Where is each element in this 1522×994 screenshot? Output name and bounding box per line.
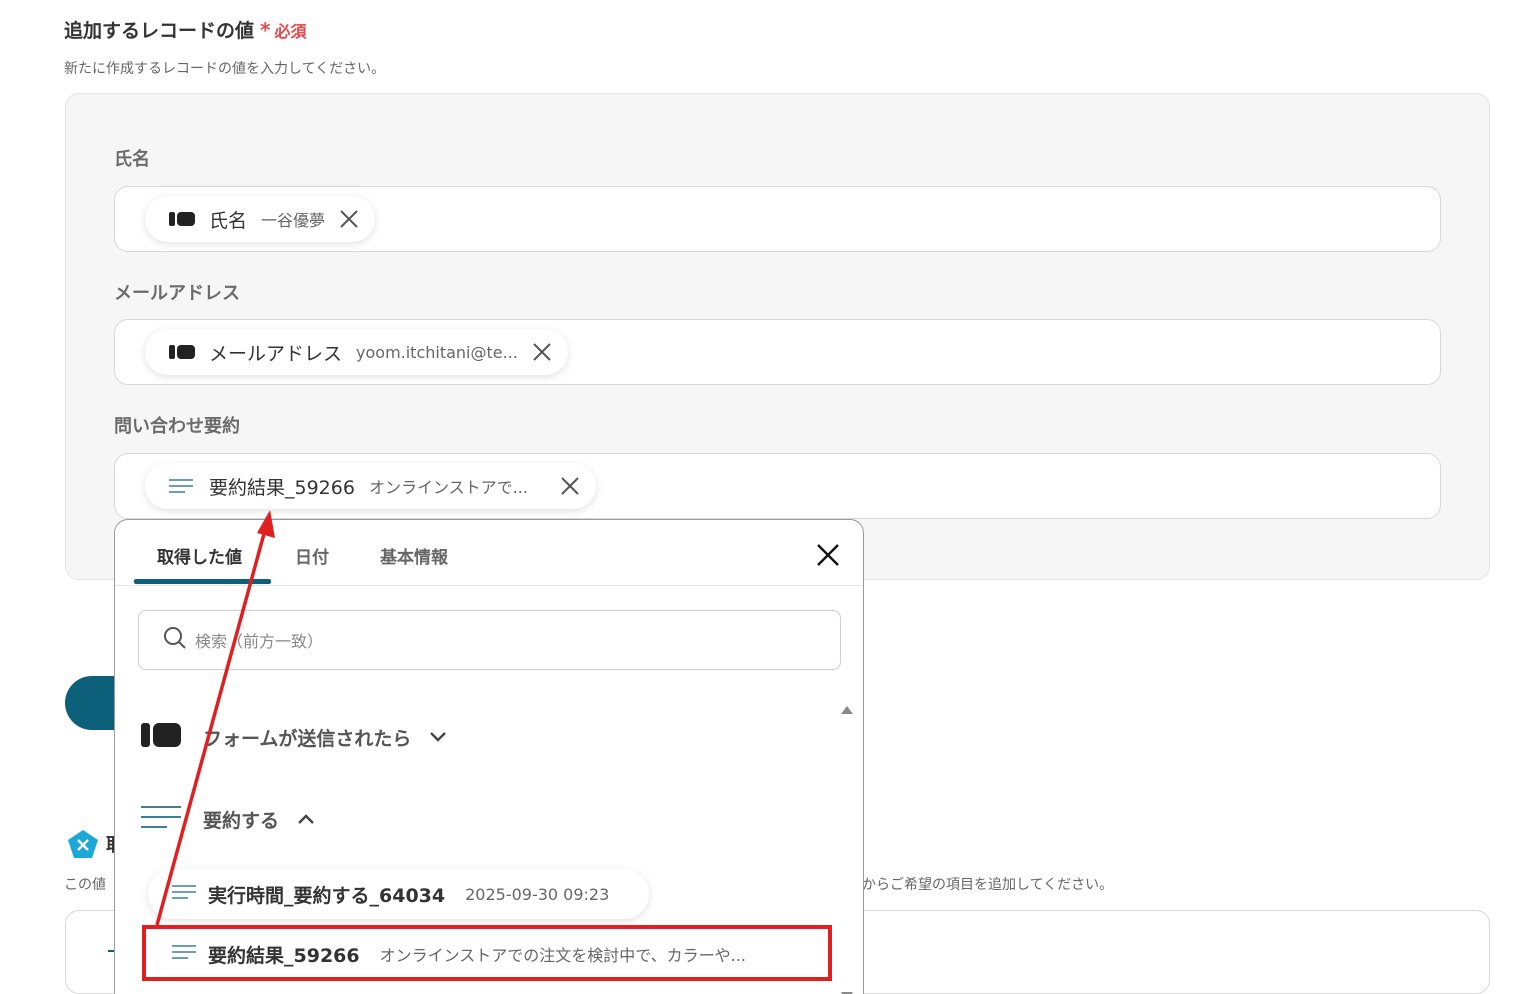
chip-key: 要約結果_59266 bbox=[209, 476, 355, 499]
field-label-name: 氏名 bbox=[114, 149, 150, 170]
group-label: 要約する bbox=[203, 809, 280, 832]
section-description: 新たに作成するレコードの値を入力してください。 bbox=[64, 61, 386, 77]
text-lines-icon bbox=[169, 478, 195, 494]
field-input-name[interactable]: 氏名 一谷優夢 bbox=[114, 186, 1441, 252]
chevron-up-icon[interactable] bbox=[297, 810, 315, 829]
section-description-right: からご希望の項目を追加してください。 bbox=[862, 877, 1114, 893]
chevron-down-icon[interactable] bbox=[429, 728, 447, 747]
form-icon bbox=[141, 722, 181, 752]
close-icon[interactable] bbox=[530, 340, 554, 364]
field-label-email: メールアドレス bbox=[114, 283, 240, 304]
tab-fetched-values[interactable]: 取得した値 bbox=[157, 543, 242, 568]
popup-tabs: 取得した値 日付 基本情報 bbox=[115, 520, 863, 586]
group-label: フォームが送信されたら bbox=[203, 727, 412, 750]
section-title: 追加するレコードの値 * 必須 bbox=[64, 16, 307, 43]
scroll-up-arrow[interactable] bbox=[840, 700, 854, 719]
item-value: 2025-09-30 09:23 bbox=[465, 884, 610, 904]
search-icon bbox=[163, 626, 187, 654]
group-form-submitted[interactable]: フォームが送信されたら bbox=[141, 722, 447, 752]
chip-value: yoom.itchitani@te... bbox=[356, 342, 518, 362]
chip-key: メールアドレス bbox=[209, 342, 343, 365]
close-icon[interactable] bbox=[815, 542, 841, 568]
chip-key: 氏名 bbox=[209, 209, 248, 232]
group-summarize[interactable]: 要約する bbox=[141, 804, 315, 834]
section-description-left: この値 bbox=[64, 877, 106, 893]
text-lines-icon bbox=[141, 804, 181, 834]
value-picker-popup: 取得した値 日付 基本情報 検索（前方一致） フォームが送信されたら 要約する bbox=[114, 519, 864, 994]
text-lines-icon bbox=[172, 884, 196, 904]
value-chip-name[interactable]: 氏名 一谷優夢 bbox=[145, 196, 376, 242]
chip-value: 一谷優夢 bbox=[261, 211, 326, 230]
field-input-summary[interactable]: 要約結果_59266 オンラインストアで... bbox=[114, 453, 1441, 519]
active-tab-indicator bbox=[134, 579, 271, 584]
required-asterisk: * bbox=[260, 17, 271, 42]
form-icon bbox=[169, 211, 195, 227]
field-label-summary: 問い合わせ要約 bbox=[114, 416, 240, 437]
scroll-down-arrow[interactable] bbox=[840, 986, 854, 994]
field-input-email[interactable]: メールアドレス yoom.itchitani@te... bbox=[114, 319, 1441, 385]
form-icon bbox=[169, 344, 195, 360]
highlight-box bbox=[142, 925, 832, 981]
item-key: 実行時間_要約する_64034 bbox=[208, 884, 446, 907]
value-chip-email[interactable]: メールアドレス yoom.itchitani@te... bbox=[145, 329, 568, 375]
required-label: 必須 bbox=[274, 21, 307, 41]
section-title-text: 追加するレコードの値 bbox=[64, 20, 255, 42]
search-placeholder: 検索（前方一致） bbox=[195, 632, 324, 651]
app-logo-icon bbox=[67, 829, 99, 863]
close-icon[interactable] bbox=[337, 207, 361, 231]
tab-date[interactable]: 日付 bbox=[295, 543, 329, 568]
value-chip-summary[interactable]: 要約結果_59266 オンラインストアで... bbox=[145, 463, 596, 509]
chip-value: オンラインストアで... bbox=[368, 478, 528, 497]
list-item-exec-time[interactable]: 実行時間_要約する_64034 2025-09-30 09:23 bbox=[148, 869, 650, 919]
search-input[interactable]: 検索（前方一致） bbox=[138, 610, 841, 670]
tab-basic-info[interactable]: 基本情報 bbox=[380, 543, 448, 568]
close-icon[interactable] bbox=[558, 474, 582, 498]
